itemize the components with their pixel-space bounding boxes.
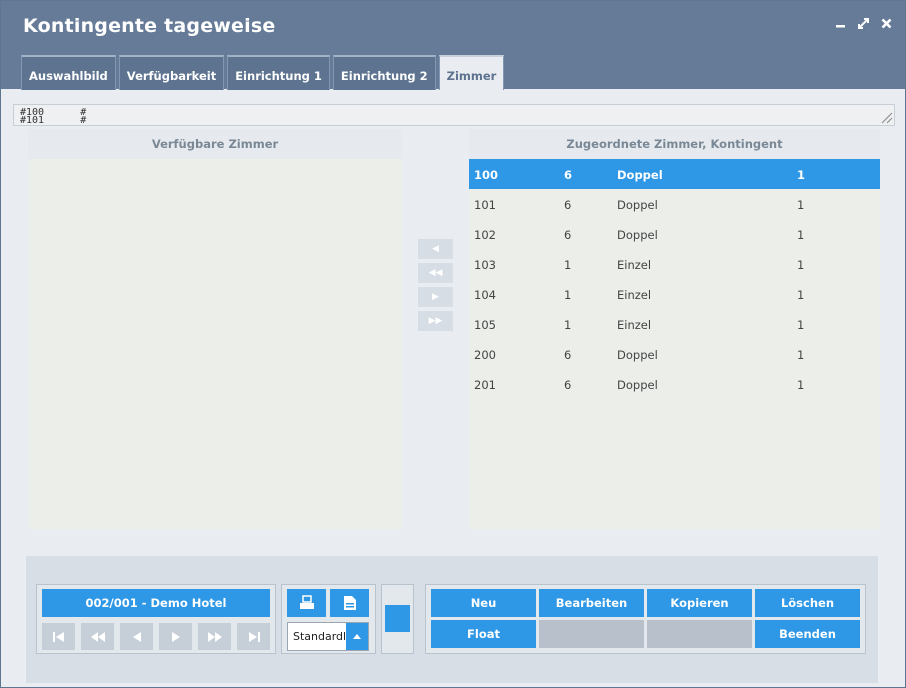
print-icon[interactable] bbox=[287, 589, 326, 617]
room-number-cell: 105 bbox=[474, 318, 496, 332]
contingent-count-cell: 1 bbox=[797, 258, 805, 272]
tab-auswahlbild[interactable]: Auswahlbild bbox=[21, 55, 116, 90]
resize-handle-icon[interactable] bbox=[879, 110, 893, 124]
next-record-icon[interactable] bbox=[159, 623, 192, 650]
table-row[interactable]: 103 1 Einzel 1 bbox=[469, 249, 880, 279]
tab-zimmer[interactable]: Zimmer bbox=[438, 55, 505, 90]
tab-bar: Auswahlbild Verfügbarkeit Einrichtung 1 … bbox=[21, 55, 505, 90]
room-notes-textarea[interactable]: #100 # #101 # bbox=[13, 104, 895, 126]
edit-button[interactable]: Bearbeiten bbox=[539, 589, 644, 617]
contingent-count-cell: 1 bbox=[797, 348, 805, 362]
room-type-number-cell: 6 bbox=[564, 198, 572, 212]
table-row[interactable]: 104 1 Einzel 1 bbox=[469, 279, 880, 309]
hotel-nav-group: 002/001 - Demo Hotel bbox=[36, 584, 276, 654]
assigned-rooms-panel: Zugeordnete Zimmer, Kontingent 100 6 Doppe… bbox=[469, 129, 880, 529]
hotel-select-button[interactable]: 002/001 - Demo Hotel bbox=[42, 589, 270, 617]
action-buttons-group: Neu Bearbeiten Kopieren Löschen Float Be… bbox=[425, 584, 866, 654]
available-rooms-header: Verfügbare Zimmer bbox=[28, 129, 402, 159]
room-type-number-cell: 6 bbox=[564, 378, 572, 392]
room-number-cell: 102 bbox=[474, 228, 496, 242]
exit-button[interactable]: Beenden bbox=[755, 620, 860, 648]
move-right-button[interactable]: ▶ bbox=[418, 287, 453, 307]
empty-button bbox=[539, 620, 644, 648]
table-row[interactable]: 102 6 Doppel 1 bbox=[469, 219, 880, 249]
contingent-count-cell: 1 bbox=[797, 288, 805, 302]
fast-back-icon[interactable] bbox=[81, 623, 114, 650]
contingent-count-cell: 1 bbox=[797, 318, 805, 332]
title-bar: Kontingente tageweise Auswahlbild Verfüg… bbox=[1, 1, 905, 90]
close-icon[interactable] bbox=[879, 17, 893, 33]
dialog-window: Kontingente tageweise Auswahlbild Verfüg… bbox=[0, 0, 906, 688]
room-type-cell: Doppel bbox=[617, 168, 663, 182]
table-row[interactable]: 201 6 Doppel 1 bbox=[469, 369, 880, 399]
float-button[interactable]: Float bbox=[431, 620, 536, 648]
transfer-buttons: ◀ ◀◀ ▶ ▶▶ bbox=[418, 239, 453, 335]
list-layout-select[interactable]: Standardliste bbox=[287, 622, 369, 651]
last-record-icon[interactable] bbox=[237, 623, 270, 650]
room-type-number-cell: 6 bbox=[564, 168, 573, 182]
previous-record-icon[interactable] bbox=[120, 623, 153, 650]
assigned-rooms-header: Zugeordnete Zimmer, Kontingent bbox=[469, 129, 880, 159]
window-controls bbox=[833, 17, 893, 33]
available-rooms-panel: Verfügbare Zimmer bbox=[28, 129, 402, 529]
tab-verfuegbarkeit[interactable]: Verfügbarkeit bbox=[118, 55, 225, 90]
room-type-number-cell: 1 bbox=[564, 288, 572, 302]
room-number-cell: 201 bbox=[474, 378, 496, 392]
move-all-right-button[interactable]: ▶▶ bbox=[418, 311, 453, 331]
notes-line: #100 # bbox=[20, 107, 87, 118]
tab-einrichtung-1[interactable]: Einrichtung 1 bbox=[227, 55, 330, 90]
print-list-group: Standardliste bbox=[281, 584, 376, 654]
room-type-cell: Einzel bbox=[617, 258, 652, 272]
copy-button[interactable]: Kopieren bbox=[647, 589, 752, 617]
minimize-icon[interactable] bbox=[833, 17, 847, 33]
room-type-cell: Doppel bbox=[617, 198, 658, 212]
room-number-cell: 200 bbox=[474, 348, 496, 362]
contingent-count-cell: 1 bbox=[797, 228, 805, 242]
room-type-cell: Doppel bbox=[617, 378, 658, 392]
first-record-icon[interactable] bbox=[42, 623, 75, 650]
move-all-left-button[interactable]: ◀◀ bbox=[418, 263, 453, 283]
new-button[interactable]: Neu bbox=[431, 589, 536, 617]
contingent-count-cell: 1 bbox=[797, 378, 805, 392]
room-type-cell: Einzel bbox=[617, 318, 652, 332]
tab-einrichtung-2[interactable]: Einrichtung 2 bbox=[332, 55, 436, 90]
room-number-cell: 103 bbox=[474, 258, 496, 272]
room-type-number-cell: 1 bbox=[564, 258, 572, 272]
empty-button bbox=[647, 620, 752, 648]
contingent-count-cell: 1 bbox=[797, 168, 806, 182]
extra-group bbox=[381, 584, 414, 654]
room-type-number-cell: 1 bbox=[564, 318, 572, 332]
table-row[interactable]: 100 6 Doppel 1 bbox=[469, 159, 880, 189]
export-document-icon[interactable] bbox=[330, 589, 369, 617]
extra-action-button[interactable] bbox=[385, 605, 410, 632]
room-number-cell: 104 bbox=[474, 288, 496, 302]
window-title: Kontingente tageweise bbox=[23, 15, 276, 37]
move-left-button[interactable]: ◀ bbox=[418, 239, 453, 259]
maximize-icon[interactable] bbox=[856, 17, 870, 33]
room-type-number-cell: 6 bbox=[564, 348, 572, 362]
room-number-cell: 100 bbox=[474, 168, 499, 182]
fast-forward-icon[interactable] bbox=[198, 623, 231, 650]
table-row[interactable]: 200 6 Doppel 1 bbox=[469, 339, 880, 369]
room-type-number-cell: 6 bbox=[564, 228, 572, 242]
room-type-cell: Doppel bbox=[617, 348, 658, 362]
chevron-up-icon[interactable] bbox=[346, 623, 368, 650]
contingent-count-cell: 1 bbox=[797, 198, 805, 212]
table-row[interactable]: 105 1 Einzel 1 bbox=[469, 309, 880, 339]
table-row[interactable]: 101 6 Doppel 1 bbox=[469, 189, 880, 219]
room-number-cell: 101 bbox=[474, 198, 496, 212]
footer-toolbar: 002/001 - Demo Hotel Standardliste Neu B… bbox=[26, 556, 878, 683]
assigned-rooms-list: 100 6 Doppel 1 101 6 Doppel 1 102 6 Doppel 1 103 1 Ein… bbox=[469, 159, 880, 399]
notes-line: #101 # bbox=[20, 115, 87, 126]
room-type-cell: Einzel bbox=[617, 288, 652, 302]
room-type-cell: Doppel bbox=[617, 228, 658, 242]
delete-button[interactable]: Löschen bbox=[755, 589, 860, 617]
